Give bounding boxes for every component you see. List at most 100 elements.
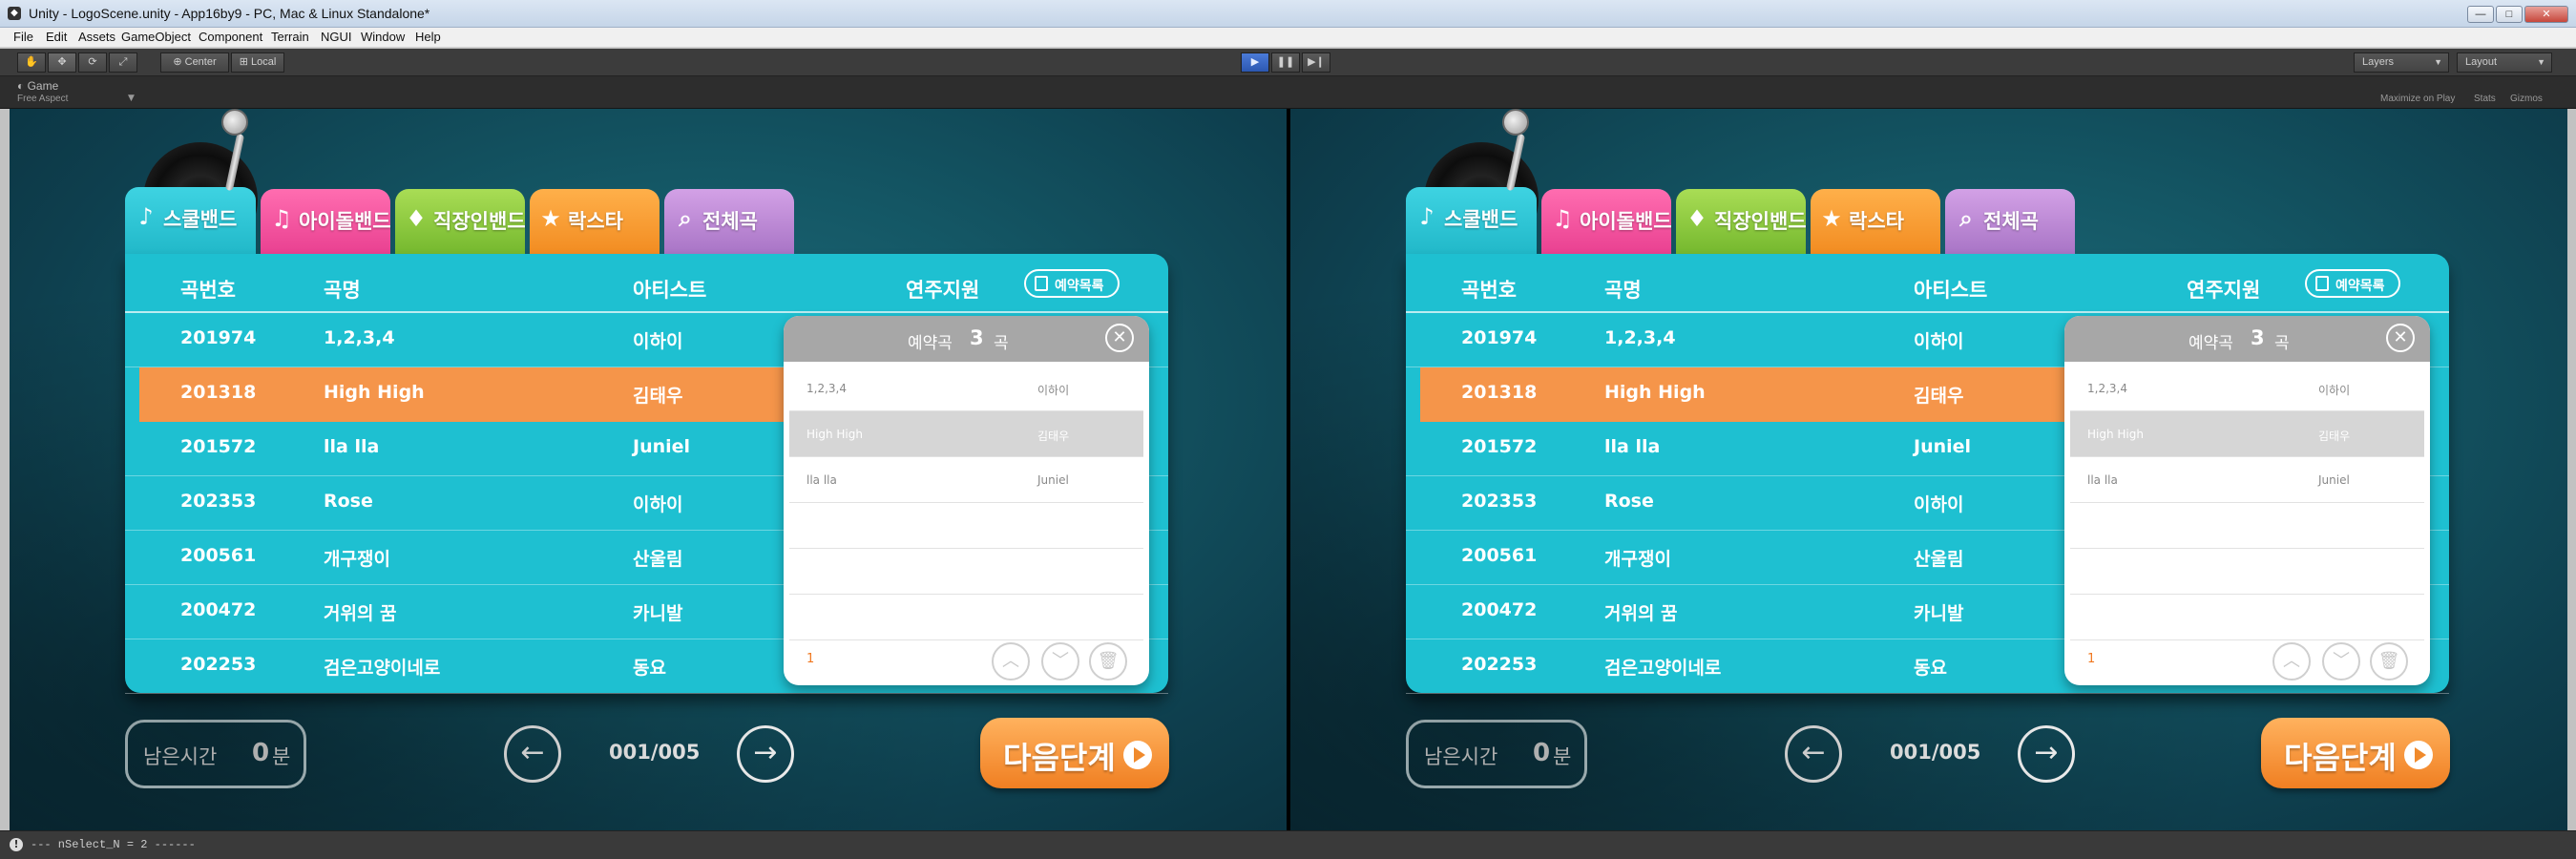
song-artist: Juniel: [633, 436, 691, 457]
reservation-list-button[interactable]: 예약목록: [2305, 269, 2400, 298]
reserved-song-title: High High: [2087, 428, 2144, 441]
tab-school-band[interactable]: ♪ 스쿨밴드: [125, 187, 256, 260]
scale-icon: ⤢: [118, 56, 128, 68]
list-item[interactable]: [789, 549, 1143, 595]
menu-ngui[interactable]: NGUI: [321, 30, 352, 44]
maximize-button[interactable]: □: [2496, 6, 2523, 23]
reservation-list-label: 예약목록: [2335, 279, 2385, 294]
menu-component[interactable]: Component: [199, 30, 262, 44]
minimize-button[interactable]: —: [2467, 6, 2494, 23]
music-notes-icon: ♫: [271, 205, 292, 232]
list-item[interactable]: High High 김태우: [2070, 411, 2424, 457]
move-up-button[interactable]: ︿: [992, 642, 1030, 681]
gizmos-dropdown[interactable]: Gizmos: [2510, 94, 2543, 104]
tab-idol-band[interactable]: ♫ 아이돌밴드: [1541, 189, 1672, 258]
move-down-button[interactable]: ﹀: [2322, 642, 2360, 681]
stats-toggle[interactable]: Stats: [2474, 94, 2496, 104]
song-artist: 카니발: [1914, 603, 1964, 624]
prev-page-button[interactable]: ←: [1785, 725, 1842, 783]
unity-toolbar: ✋ ✥ ⟳ ⤢ ⊕ Center ⊞ Local ▶ ❚❚ ▶❙ Layers ▼…: [0, 49, 2576, 76]
menu-edit[interactable]: Edit: [46, 30, 67, 44]
table-row[interactable]: 201318 High High 김태우: [139, 367, 807, 422]
tab-idol-band[interactable]: ♫ 아이돌밴드: [261, 189, 391, 258]
pivot-center-button[interactable]: ⊕ Center: [160, 52, 229, 73]
popup-header: 예약곡 3 곡 ✕: [2064, 316, 2430, 362]
game-screen-right: ♪ 스쿨밴드 ♫ 아이돌밴드 ♦ 직장인밴드 ★ 락스타 ⌕ 전체곡 곡번호 곡명 아티스…: [1290, 109, 2567, 830]
move-tool-button[interactable]: ✥: [48, 52, 76, 73]
pivot-local-button[interactable]: ⊞ Local: [231, 52, 284, 73]
game-tab[interactable]: ◐ Game: [10, 78, 66, 94]
next-step-label: 다음단계: [1003, 740, 1116, 776]
menu-window[interactable]: Window: [361, 30, 405, 44]
hand-tool-button[interactable]: ✋: [17, 52, 46, 73]
song-number: 201572: [180, 436, 257, 457]
tab-all-songs[interactable]: ⌕ 전체곡: [664, 189, 794, 258]
tab-label: 전체곡: [1983, 210, 2039, 233]
tab-office-band[interactable]: ♦ 직장인밴드: [395, 189, 526, 258]
delete-button[interactable]: 🗑: [2370, 642, 2408, 681]
next-step-button[interactable]: 다음단계: [2261, 718, 2450, 788]
table-row[interactable]: 201318 High High 김태우: [1420, 367, 2088, 422]
list-item[interactable]: [2070, 549, 2424, 595]
song-number: 200561: [1461, 545, 1538, 566]
prev-page-button[interactable]: ←: [504, 725, 561, 783]
list-item[interactable]: lla lla Juniel: [789, 457, 1143, 503]
next-step-button[interactable]: 다음단계: [980, 718, 1169, 788]
popup-close-button[interactable]: ✕: [1105, 324, 1134, 352]
rotate-tool-button[interactable]: ⟳: [78, 52, 107, 73]
tab-school-band[interactable]: ♪ 스쿨밴드: [1406, 187, 1537, 260]
menu-assets[interactable]: Assets: [78, 30, 115, 44]
status-bar: ! --- nSelect_N = 2 ------: [0, 830, 2576, 859]
step-button[interactable]: ▶❙: [1302, 52, 1330, 73]
menu-help[interactable]: Help: [415, 30, 441, 44]
next-page-button[interactable]: →: [737, 725, 794, 783]
reservation-list-button[interactable]: 예약목록: [1024, 269, 1120, 298]
tab-all-songs[interactable]: ⌕ 전체곡: [1945, 189, 2075, 258]
tab-rockstar[interactable]: ★ 락스타: [1811, 189, 1940, 258]
play-icon: ▶: [1250, 56, 1260, 68]
aspect-dropdown[interactable]: Free Aspect: [17, 94, 68, 104]
reserved-count: 3: [2251, 326, 2265, 349]
pause-button[interactable]: ❚❚: [1271, 52, 1300, 73]
scale-tool-button[interactable]: ⤢: [109, 52, 137, 73]
delete-button[interactable]: 🗑: [1089, 642, 1127, 681]
tab-rockstar[interactable]: ★ 락스타: [530, 189, 660, 258]
move-down-button[interactable]: ﹀: [1041, 642, 1079, 681]
list-item[interactable]: [789, 595, 1143, 640]
console-message[interactable]: --- nSelect_N = 2 ------: [31, 838, 196, 851]
list-item[interactable]: 1,2,3,4 이하이: [2070, 366, 2424, 411]
song-number: 201572: [1461, 436, 1538, 457]
treble-clef-icon: ♪: [1419, 203, 1435, 230]
popup-header: 예약곡 3 곡 ✕: [784, 316, 1149, 362]
reserved-song-title: 1,2,3,4: [806, 382, 847, 395]
trash-icon: 🗑: [2377, 651, 2400, 671]
tab-label: 직장인밴드: [1714, 210, 1807, 233]
game-view-header: ◐ Game Free Aspect ▼ Maximize on Play St…: [0, 76, 2576, 109]
list-item[interactable]: High High 김태우: [789, 411, 1143, 457]
song-title: 개구쟁이: [1604, 549, 1671, 570]
menu-terrain[interactable]: Terrain: [271, 30, 309, 44]
layers-dropdown[interactable]: Layers ▼: [2354, 52, 2449, 73]
reserved-song-artist: Juniel: [1037, 473, 1069, 487]
tab-office-band[interactable]: ♦ 직장인밴드: [1676, 189, 1807, 258]
layout-dropdown[interactable]: Layout ▼: [2457, 52, 2552, 73]
popup-page-number: 1: [2087, 652, 2096, 666]
next-page-button[interactable]: →: [2018, 725, 2075, 783]
list-item[interactable]: 1,2,3,4 이하이: [789, 366, 1143, 411]
list-item[interactable]: [789, 503, 1143, 549]
tab-label: 스쿨밴드: [1444, 208, 1518, 231]
menu-file[interactable]: File: [13, 30, 33, 44]
move-up-button[interactable]: ︿: [2272, 642, 2311, 681]
list-item[interactable]: [2070, 595, 2424, 640]
reserved-song-title: lla lla: [2087, 473, 2118, 487]
play-button[interactable]: ▶: [1241, 52, 1269, 73]
list-item[interactable]: lla lla Juniel: [2070, 457, 2424, 503]
header-artist: 아티스트: [633, 279, 707, 302]
popup-close-button[interactable]: ✕: [2386, 324, 2415, 352]
maximize-on-play-toggle[interactable]: Maximize on Play: [2380, 94, 2455, 104]
reservation-popup: 예약곡 3 곡 ✕ 1,2,3,4 이하이 High High 김태우 lla lla J…: [2064, 316, 2430, 685]
close-button[interactable]: ✕: [2524, 6, 2568, 23]
chevron-up-icon: ︿: [1002, 651, 1019, 671]
list-item[interactable]: [2070, 503, 2424, 549]
menu-gameobject[interactable]: GameObject: [121, 30, 191, 44]
